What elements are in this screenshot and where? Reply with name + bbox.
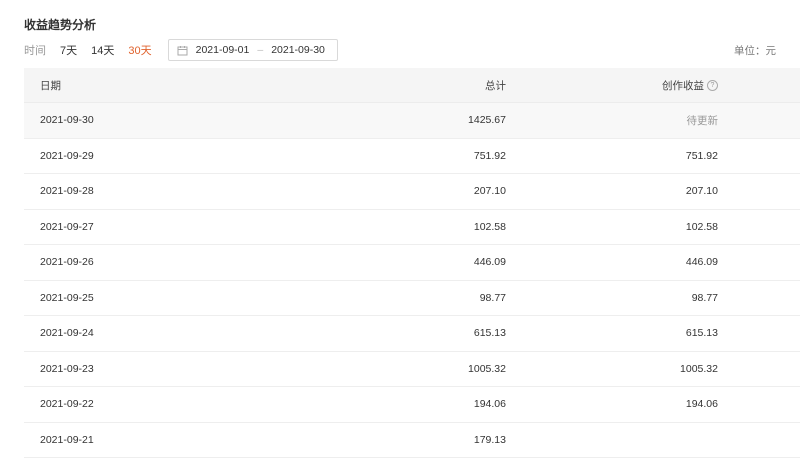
cell-earnings: 615.13 bbox=[685, 327, 718, 340]
cell-date: 2021-09-28 bbox=[40, 185, 94, 198]
cell-date: 2021-09-24 bbox=[40, 327, 94, 340]
cell-earnings: 待更新 bbox=[686, 114, 719, 127]
page-title: 收益趋势分析 bbox=[24, 18, 97, 32]
table-row: 2021-09-30 1425.67 待更新 bbox=[24, 103, 800, 139]
end-date[interactable]: 2021-09-30 bbox=[271, 44, 325, 56]
unit-label: 单位：元 bbox=[734, 45, 776, 57]
help-icon[interactable]: ? bbox=[707, 80, 718, 92]
date-separator: – bbox=[257, 44, 264, 56]
column-header-total: 总计 bbox=[485, 79, 506, 92]
page: 收益趋势分析 时间 7天 14天 30天 2021-09-01 – 2021-0… bbox=[0, 0, 800, 462]
cell-total: 207.10 bbox=[473, 185, 506, 198]
filter-bar: 时间 7天 14天 30天 2021-09-01 – 2021-09-30 单位… bbox=[24, 39, 776, 61]
cell-total: 751.92 bbox=[473, 149, 506, 162]
cell-date: 2021-09-21 bbox=[40, 433, 94, 446]
cell-total: 179.13 bbox=[473, 433, 506, 446]
cell-total: 446.09 bbox=[473, 256, 506, 269]
cell-earnings: 1005.32 bbox=[680, 362, 718, 375]
cell-earnings: 102.58 bbox=[685, 220, 718, 233]
cell-date: 2021-09-30 bbox=[40, 114, 94, 127]
table-row: 2021-09-21 179.13 bbox=[24, 423, 800, 458]
cell-total: 194.06 bbox=[473, 398, 506, 411]
table-row: 2021-09-26 446.09 446.09 bbox=[24, 245, 800, 281]
cell-earnings: 751.92 bbox=[685, 149, 718, 162]
cell-date: 2021-09-29 bbox=[40, 149, 94, 162]
cell-earnings: 207.10 bbox=[685, 185, 718, 198]
cell-date: 2021-09-26 bbox=[40, 256, 94, 269]
table-row: 2021-09-29 751.92 751.92 bbox=[24, 139, 800, 174]
cell-date: 2021-09-27 bbox=[40, 220, 94, 233]
table-row: 2021-09-27 102.58 102.58 bbox=[24, 210, 800, 245]
time-label: 时间 bbox=[24, 45, 46, 57]
column-header-earnings: 创作收益? bbox=[506, 78, 718, 93]
table-row: 2021-09-23 1005.32 1005.32 bbox=[24, 352, 800, 387]
cell-total: 102.58 bbox=[473, 220, 506, 233]
column-header-date: 日期 bbox=[40, 79, 61, 92]
date-range-picker[interactable]: 2021-09-01 – 2021-09-30 bbox=[167, 39, 338, 61]
table-row: 2021-09-24 615.13 615.13 bbox=[24, 316, 800, 352]
cell-earnings: 446.09 bbox=[685, 256, 718, 269]
range-30-days[interactable]: 30天 bbox=[128, 42, 151, 58]
table-header: 日期 总计 创作收益? bbox=[24, 68, 800, 103]
cell-total: 1425.67 bbox=[468, 114, 506, 127]
column-header-earnings-label: 创作收益 bbox=[662, 79, 704, 92]
start-date[interactable]: 2021-09-01 bbox=[196, 44, 250, 56]
cell-total: 1005.32 bbox=[468, 362, 506, 375]
earnings-table: 日期 总计 创作收益? 2021-09-30 1425.67 待更新 2021-… bbox=[24, 68, 800, 458]
cell-total: 615.13 bbox=[473, 327, 506, 340]
cell-date: 2021-09-22 bbox=[40, 398, 94, 411]
table-row: 2021-09-22 194.06 194.06 bbox=[24, 387, 800, 423]
cell-date: 2021-09-25 bbox=[40, 291, 94, 304]
cell-total: 98.77 bbox=[479, 291, 506, 304]
cell-earnings: 194.06 bbox=[685, 398, 718, 411]
table-row: 2021-09-25 98.77 98.77 bbox=[24, 281, 800, 316]
calendar-icon bbox=[177, 45, 188, 56]
table-row: 2021-09-28 207.10 207.10 bbox=[24, 174, 800, 210]
cell-date: 2021-09-23 bbox=[40, 362, 94, 375]
range-7-days[interactable]: 7天 bbox=[60, 42, 77, 58]
range-14-days[interactable]: 14天 bbox=[91, 42, 114, 58]
cell-earnings: 98.77 bbox=[691, 291, 718, 304]
